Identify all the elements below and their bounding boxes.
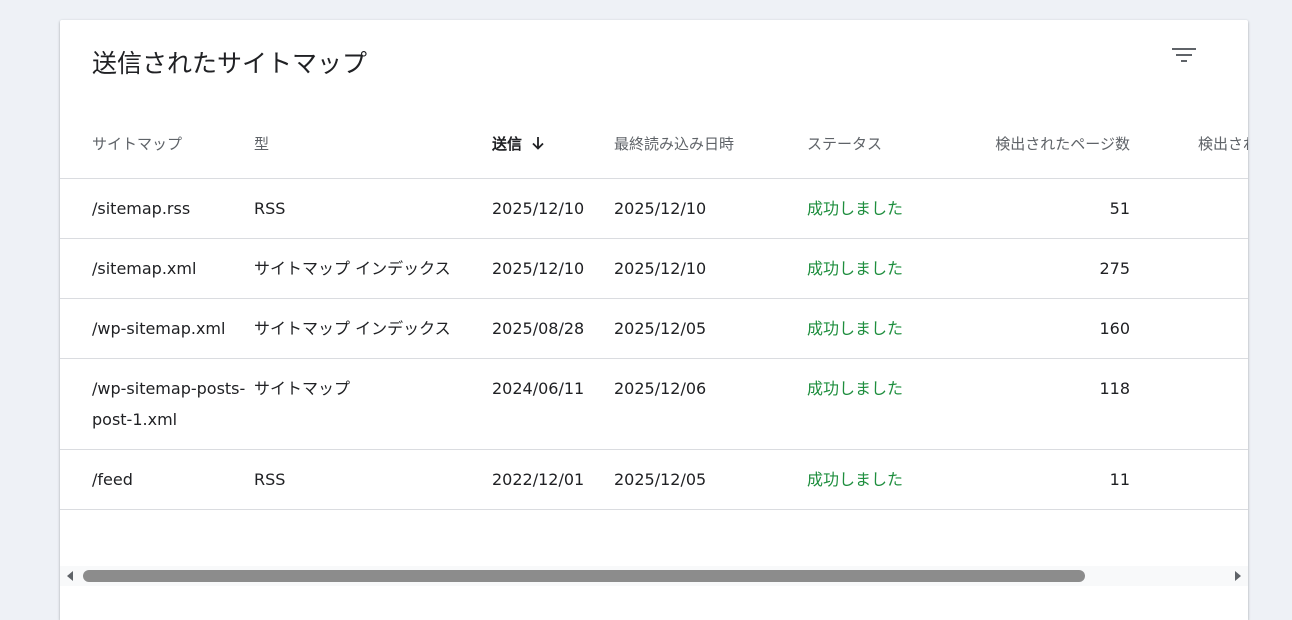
cell-submitted: 2025/12/10 [492, 178, 614, 239]
cell-submitted: 2022/12/01 [492, 449, 614, 510]
cell-type: サイトマップ インデックス [254, 298, 492, 359]
table-row[interactable]: /feed RSS 2022/12/01 2025/12/05 成功しました 1… [60, 449, 1248, 510]
cell-pages: 118 [977, 358, 1130, 450]
cell-last-read: 2025/12/10 [614, 178, 807, 239]
filter-icon [1172, 48, 1196, 62]
column-header-sitemap[interactable]: サイトマップ [60, 108, 254, 179]
cell-videos [1130, 298, 1248, 359]
horizontal-scrollbar[interactable] [60, 566, 1248, 586]
column-header-status[interactable]: ステータス [807, 108, 977, 179]
table-row[interactable]: /sitemap.rss RSS 2025/12/10 2025/12/10 成… [60, 178, 1248, 239]
column-header-videos[interactable]: 検出された動画数 [1130, 108, 1248, 179]
cell-submitted: 2025/12/10 [492, 238, 614, 299]
cell-type: サイトマップ [254, 358, 492, 450]
scrollbar-thumb[interactable] [83, 570, 1085, 582]
cell-status: 成功しました [807, 178, 977, 239]
cell-sitemap: /sitemap.rss [60, 178, 254, 239]
cell-videos [1130, 358, 1248, 450]
cell-submitted: 2024/06/11 [492, 358, 614, 450]
column-header-submitted[interactable]: 送信 [492, 108, 614, 179]
cell-last-read: 2025/12/06 [614, 358, 807, 450]
cell-last-read: 2025/12/05 [614, 298, 807, 359]
scroll-right-arrow-icon[interactable] [1232, 570, 1244, 582]
table-row[interactable]: /wp-sitemap-posts-post-1.xml サイトマップ 2024… [60, 358, 1248, 450]
cell-status: 成功しました [807, 358, 977, 450]
cell-videos [1130, 449, 1248, 510]
filter-button[interactable] [1166, 38, 1202, 74]
cell-sitemap: /sitemap.xml [60, 238, 254, 299]
cell-type: サイトマップ インデックス [254, 238, 492, 299]
cell-pages: 275 [977, 238, 1130, 299]
cell-last-read: 2025/12/05 [614, 449, 807, 510]
cell-status: 成功しました [807, 298, 977, 359]
cell-videos [1130, 178, 1248, 239]
cell-pages: 160 [977, 298, 1130, 359]
column-header-pages[interactable]: 検出されたページ数 [977, 108, 1130, 179]
cell-sitemap: /wp-sitemap-posts-post-1.xml [60, 358, 254, 450]
sitemaps-table: サイトマップ 型 送信 最終読み込み日時 ステータス 検出されたページ数 検出さ… [60, 108, 1248, 510]
cell-status: 成功しました [807, 449, 977, 510]
column-header-last-read[interactable]: 最終読み込み日時 [614, 108, 807, 179]
cell-sitemap: /feed [60, 449, 254, 510]
sitemaps-table-container: サイトマップ 型 送信 最終読み込み日時 ステータス 検出されたページ数 検出さ… [60, 108, 1248, 566]
card-title: 送信されたサイトマップ [92, 49, 368, 78]
cell-status: 成功しました [807, 238, 977, 299]
column-header-type[interactable]: 型 [254, 108, 492, 179]
scroll-left-arrow-icon[interactable] [64, 570, 76, 582]
cell-type: RSS [254, 178, 492, 239]
cell-pages: 11 [977, 449, 1130, 510]
cell-submitted: 2025/08/28 [492, 298, 614, 359]
cell-pages: 51 [977, 178, 1130, 239]
cell-videos [1130, 238, 1248, 299]
sitemaps-card: 送信されたサイトマップ サイトマップ 型 送信 最終読み込み日時 ステータス 検… [60, 20, 1248, 620]
cell-last-read: 2025/12/10 [614, 238, 807, 299]
cell-type: RSS [254, 449, 492, 510]
cell-sitemap: /wp-sitemap.xml [60, 298, 254, 359]
table-row[interactable]: /sitemap.xml サイトマップ インデックス 2025/12/10 20… [60, 238, 1248, 299]
arrow-down-icon [532, 136, 544, 150]
table-row[interactable]: /wp-sitemap.xml サイトマップ インデックス 2025/08/28… [60, 298, 1248, 359]
table-header-row: サイトマップ 型 送信 最終読み込み日時 ステータス 検出されたページ数 検出さ… [60, 108, 1248, 179]
